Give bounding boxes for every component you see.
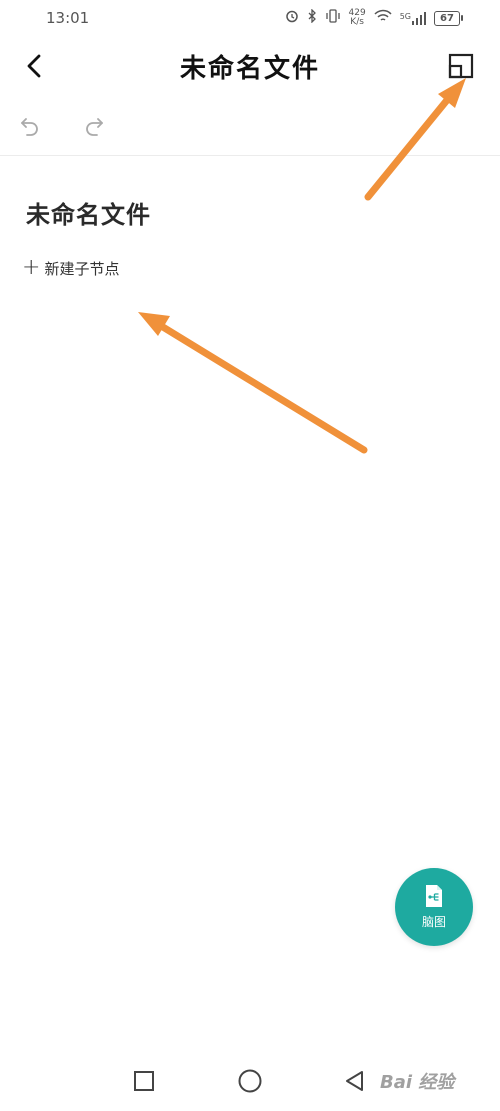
add-child-node-button[interactable]: + 新建子节点 [22,257,119,279]
top-app-bar: 未命名文件 [0,36,500,96]
status-icons: 429 K/s 5G 67 [285,8,463,27]
watermark: Bai 经验 [380,1072,455,1093]
net-speed: 429 K/s [348,8,366,27]
window-resize-icon [448,53,474,79]
square-recent-icon [134,1071,154,1091]
back-button[interactable] [16,50,52,82]
signal-icon: 5G [400,11,426,25]
battery-icon: 67 [434,10,463,26]
status-time: 13:01 [46,9,90,27]
wifi-icon [374,9,392,27]
chevron-left-icon [27,54,41,78]
circle-home-icon [238,1069,262,1093]
redo-button[interactable] [80,112,108,140]
triangle-back-icon [346,1071,363,1091]
recent-apps-button[interactable] [131,1068,157,1094]
system-back-button[interactable] [342,1068,368,1094]
mindmap-fab-label: 脑图 [421,915,446,929]
history-toolbar [0,100,500,152]
root-node-title[interactable]: 未命名文件 [26,195,151,230]
mindmap-fab[interactable]: 脑图 [395,868,473,946]
page-title: 未命名文件 [179,53,320,84]
home-button[interactable] [237,1068,263,1094]
mindmap-file-icon [426,885,442,907]
undo-button[interactable] [16,112,44,140]
redo-icon [86,118,103,136]
annotation-arrow-to-add-child [138,312,368,454]
add-child-node-label: 新建子节点 [44,259,120,278]
window-resize-button[interactable] [444,50,478,82]
plus-icon: + [22,255,41,280]
undo-icon [21,118,38,136]
status-bar: 13:01 429 K/s 5G 67 [0,0,500,36]
alarm-icon [285,9,299,27]
divider [0,155,500,156]
vibrate-icon [325,9,341,27]
bluetooth-icon [307,8,317,27]
